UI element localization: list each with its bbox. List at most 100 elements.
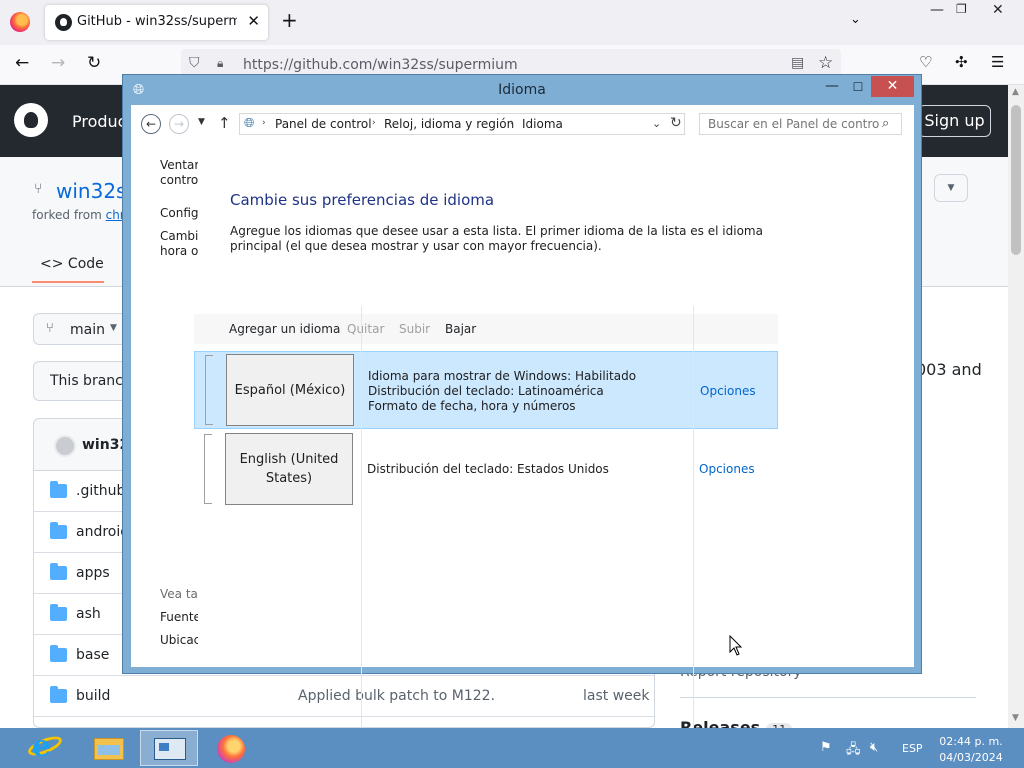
firefox-tab-bar: GitHub - win32ss/supermium: … ✕ + ⌄ — ❐ … bbox=[0, 0, 1024, 45]
branch-selector[interactable]: ⑂ main ▼ bbox=[33, 313, 129, 345]
breadcrumb-separator-icon[interactable]: › bbox=[262, 118, 266, 128]
url-text[interactable]: https://github.com/win32ss/supermium bbox=[243, 57, 518, 73]
browser-restore-button[interactable]: ❐ bbox=[956, 2, 967, 16]
language-tile[interactable]: Español (México) bbox=[226, 354, 354, 426]
control-panel-taskbar-icon[interactable] bbox=[140, 730, 198, 766]
browser-close-button[interactable]: ✕ bbox=[992, 2, 1004, 18]
back-arrow-icon[interactable]: ← bbox=[15, 53, 29, 73]
file-name[interactable]: build bbox=[76, 688, 110, 704]
left-pane-item[interactable]: Ventar bbox=[160, 158, 198, 172]
scrollbar-thumb[interactable] bbox=[1011, 105, 1021, 255]
reader-view-icon[interactable]: ▤ bbox=[791, 55, 804, 71]
up-level-icon[interactable]: ↑ bbox=[218, 114, 231, 132]
breadcrumb-control-panel[interactable]: Panel de control bbox=[275, 117, 372, 131]
move-down-button[interactable]: Bajar bbox=[445, 322, 476, 336]
left-pane-item[interactable]: hora o bbox=[160, 244, 198, 258]
tab-code[interactable]: <> Code bbox=[32, 256, 104, 283]
forward-arrow-icon[interactable]: → bbox=[169, 114, 189, 134]
address-dropdown-icon[interactable]: ⌄ bbox=[652, 117, 661, 130]
tab-close-icon[interactable]: ✕ bbox=[247, 12, 260, 30]
folder-icon bbox=[50, 686, 67, 703]
extensions-icon[interactable]: ✣ bbox=[955, 53, 968, 71]
file-name[interactable]: ash bbox=[76, 606, 101, 622]
left-pane-item[interactable]: Cambi bbox=[160, 229, 198, 243]
star-dropdown-icon[interactable]: ▼ bbox=[934, 174, 968, 202]
language-options-link[interactable]: Opciones bbox=[699, 462, 755, 476]
language-tile[interactable]: English (United States) bbox=[225, 433, 353, 505]
tracking-shield-icon[interactable]: ⛉ bbox=[189, 55, 200, 71]
scroll-down-icon[interactable]: ▼ bbox=[1012, 713, 1019, 723]
language-toolbar: Agregar un idioma Quitar Subir Bajar bbox=[194, 314, 778, 344]
window-title-bar[interactable]: 🌐︎ Idioma — ☐ ✕ bbox=[123, 75, 921, 105]
refresh-icon[interactable]: ↻ bbox=[670, 115, 682, 131]
taskbar: e ⚑ 🖧︎ 🔇︎ ESP 02:44 p. m. 04/03/2024 bbox=[0, 728, 1024, 768]
internet-explorer-icon[interactable]: e bbox=[16, 730, 74, 766]
file-name[interactable]: base bbox=[76, 647, 109, 663]
breadcrumb-separator-icon[interactable]: › bbox=[510, 118, 514, 128]
page-scrollbar[interactable]: ▲ ▼ bbox=[1008, 85, 1024, 728]
move-up-button[interactable]: Subir bbox=[399, 322, 430, 336]
browser-tab-github[interactable]: GitHub - win32ss/supermium: … ✕ bbox=[45, 5, 268, 40]
browser-minimize-button[interactable]: — bbox=[930, 2, 944, 18]
clock-time: 02:44 p. m. bbox=[939, 735, 1003, 748]
see-also-item[interactable]: Ubicac bbox=[160, 633, 198, 647]
volume-muted-icon[interactable]: 🔇︎ bbox=[870, 740, 878, 755]
product-menu[interactable]: Produc bbox=[72, 112, 126, 131]
left-pane-item[interactable]: contro bbox=[160, 173, 198, 187]
language-row-es-mx[interactable]: Español (México) Idioma para mostrar de … bbox=[194, 351, 778, 429]
folder-icon bbox=[50, 522, 67, 539]
language-options-link[interactable]: Opciones bbox=[700, 384, 756, 398]
recent-locations-icon[interactable]: ▼ bbox=[198, 117, 205, 127]
add-language-button[interactable]: Agregar un idioma bbox=[229, 322, 340, 336]
clock[interactable]: 02:44 p. m. 04/03/2024 bbox=[936, 734, 1006, 766]
column-divider bbox=[693, 306, 694, 746]
language-row-en-us[interactable]: English (United States) Distribución del… bbox=[194, 431, 778, 509]
lock-icon[interactable]: 🔒︎ bbox=[217, 56, 223, 71]
reload-icon[interactable]: ↻ bbox=[87, 53, 101, 73]
branch-icon: ⑂ bbox=[46, 321, 54, 336]
sign-up-button[interactable]: Sign up bbox=[918, 105, 991, 137]
pocket-icon[interactable]: ♡ bbox=[919, 53, 932, 71]
remove-language-button[interactable]: Quitar bbox=[347, 322, 384, 336]
tab-title: GitHub - win32ss/supermium: … bbox=[77, 14, 237, 29]
breadcrumb-clock-language-region[interactable]: Reloj, idioma y región bbox=[384, 117, 514, 131]
window-minimize-button[interactable]: — bbox=[819, 78, 845, 98]
column-divider bbox=[361, 306, 362, 746]
bookmark-star-icon[interactable]: ☆ bbox=[818, 53, 833, 73]
list-item[interactable]: build Applied bulk patch to M122. last w… bbox=[34, 676, 654, 717]
action-center-flag-icon[interactable]: ⚑ bbox=[820, 740, 832, 755]
scroll-up-icon[interactable]: ▲ bbox=[1012, 87, 1019, 97]
list-all-tabs-icon[interactable]: ⌄ bbox=[850, 12, 861, 27]
back-arrow-icon[interactable]: ← bbox=[141, 114, 161, 134]
search-icon[interactable]: ⌕ bbox=[882, 116, 889, 131]
breadcrumb-language[interactable]: Idioma bbox=[522, 117, 563, 131]
github-logo-icon[interactable] bbox=[14, 103, 48, 137]
search-input[interactable] bbox=[700, 114, 880, 134]
github-favicon-icon bbox=[55, 14, 72, 31]
left-pane-item[interactable]: Config bbox=[160, 206, 198, 220]
file-name[interactable]: apps bbox=[76, 565, 110, 581]
commit-message[interactable]: Applied bulk patch to M122. bbox=[298, 688, 495, 704]
file-explorer-icon[interactable] bbox=[78, 730, 136, 766]
breadcrumb-separator-icon[interactable]: › bbox=[372, 118, 376, 128]
network-icon[interactable]: 🖧︎ bbox=[846, 740, 861, 762]
row-edge bbox=[204, 434, 212, 504]
tab-code-label: Code bbox=[67, 256, 104, 272]
see-also-item[interactable]: Fuente bbox=[160, 610, 198, 624]
search-box[interactable]: ⌕ bbox=[699, 113, 902, 135]
avatar[interactable] bbox=[54, 435, 76, 457]
input-language-indicator[interactable]: ESP bbox=[902, 742, 923, 755]
firefox-taskbar-icon[interactable] bbox=[202, 730, 260, 766]
folder-icon bbox=[50, 563, 67, 580]
language-detail: Distribución del teclado: Estados Unidos bbox=[367, 462, 609, 476]
code-icon: <> bbox=[40, 256, 64, 272]
firefox-menu-icon[interactable] bbox=[10, 12, 30, 32]
file-name[interactable]: .github bbox=[76, 483, 125, 499]
new-tab-button[interactable]: + bbox=[281, 10, 298, 30]
address-bar[interactable]: 🌐︎ › Panel de control › Reloj, idioma y … bbox=[239, 113, 685, 135]
forward-arrow-icon[interactable]: → bbox=[51, 53, 65, 73]
window-close-button[interactable]: ✕ bbox=[871, 76, 914, 97]
app-menu-icon[interactable]: ☰ bbox=[991, 53, 1004, 71]
window-maximize-button[interactable]: ☐ bbox=[845, 78, 871, 98]
control-panel-icon: 🌐︎ bbox=[244, 116, 255, 131]
